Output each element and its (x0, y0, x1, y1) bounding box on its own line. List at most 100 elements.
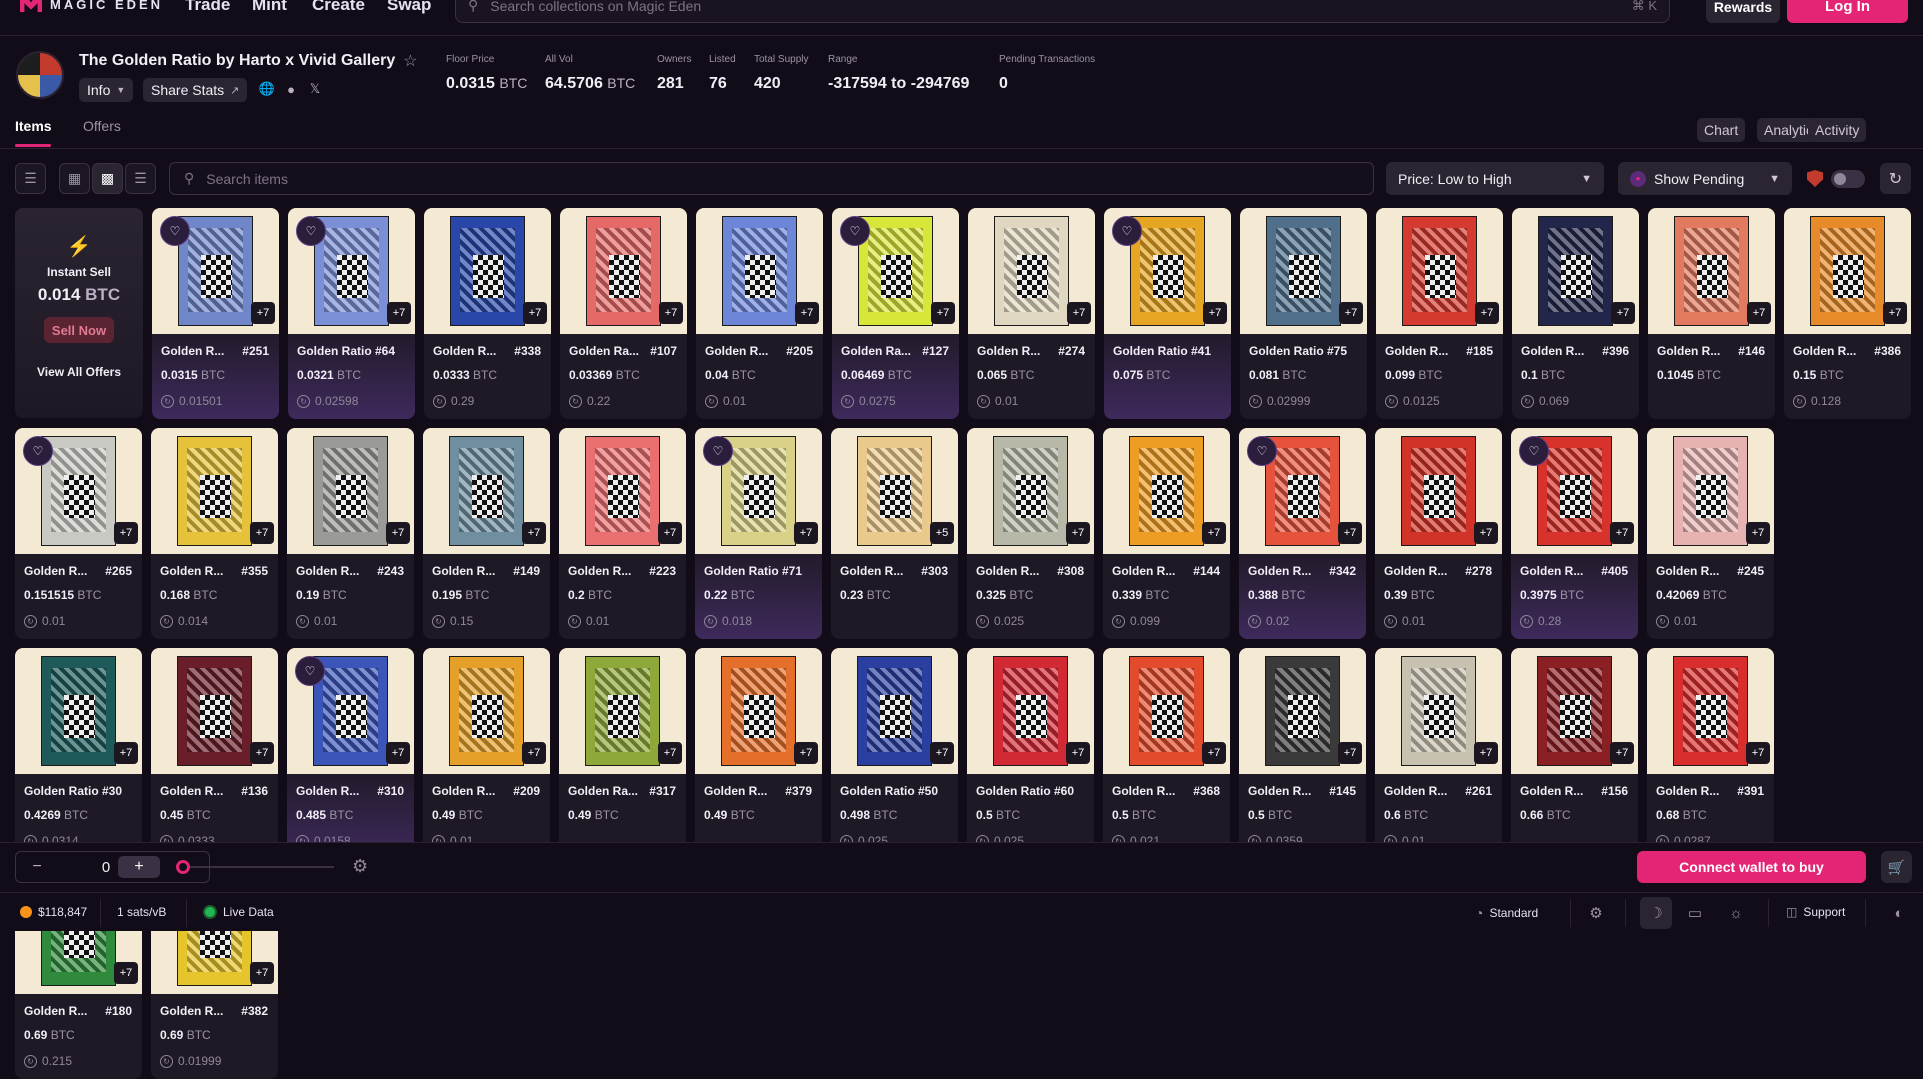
globe-icon[interactable]: 🌐 (259, 81, 275, 97)
star-icon[interactable]: ☆ (403, 51, 417, 71)
item-image[interactable]: +7 (696, 208, 823, 334)
item-image[interactable]: +7 (151, 428, 278, 554)
item-image[interactable]: +7 (287, 428, 414, 554)
item-image[interactable]: +7 (1103, 648, 1230, 774)
item-card[interactable]: ♡ +7 Golden R... #342 0.388 BTC ↻ 0.02 (1239, 428, 1366, 639)
item-image[interactable]: +7 (1375, 428, 1502, 554)
item-card[interactable]: +7 Golden Ratio #30 0.4269 BTC ↻ 0.0314 (15, 648, 142, 859)
item-card[interactable]: +7 Golden R... #274 0.065 BTC ↻ 0.01 (968, 208, 1095, 419)
item-image[interactable]: ♡ +7 (15, 428, 142, 554)
login-button[interactable]: Log In (1787, 0, 1908, 23)
nav-link-swap[interactable]: Swap (387, 0, 431, 15)
item-card[interactable]: +7 Golden R... #245 0.42069 BTC ↻ 0.01 (1647, 428, 1774, 639)
dark-mode-icon[interactable]: ☽ (1640, 897, 1672, 929)
item-image[interactable]: +7 (831, 648, 958, 774)
item-image[interactable]: ♡ +7 (1104, 208, 1231, 334)
collection-search-input[interactable]: ⚲ Search collections on Magic Eden ⌘ K (455, 0, 1670, 23)
item-card[interactable]: +7 Golden R... #379 0.49 BTC (695, 648, 822, 859)
system-theme-icon[interactable]: ▭ (1684, 902, 1706, 924)
info-dropdown[interactable]: Info ▼ (79, 78, 134, 102)
item-card[interactable]: +5 Golden R... #303 0.23 BTC (831, 428, 958, 639)
chart-button[interactable]: Chart (1697, 118, 1746, 142)
item-card[interactable]: +7 Golden R... #278 0.39 BTC ↻ 0.01 (1375, 428, 1502, 639)
grid-large-button[interactable]: ▦ (59, 163, 90, 194)
item-card[interactable]: +7 Golden R... #145 0.5 BTC ↻ 0.0359 (1239, 648, 1366, 859)
item-card[interactable]: ♡ +7 Golden Ra... #127 0.06469 BTC ↻ 0.0275 (832, 208, 959, 419)
light-mode-icon[interactable]: ☼ (1725, 902, 1747, 924)
connect-wallet-button[interactable]: Connect wallet to buy (1637, 851, 1866, 883)
list-view-button[interactable]: ☰ (125, 163, 156, 194)
item-card[interactable]: ♡ +7 Golden R... #310 0.485 BTC ↻ 0.0158 (287, 648, 414, 859)
item-card[interactable]: +7 Golden R... #209 0.49 BTC ↻ 0.01 (423, 648, 550, 859)
filter-toggle-button[interactable]: ☰ (15, 163, 46, 194)
show-pending-dropdown[interactable]: ● Show Pending ▼ (1618, 162, 1792, 195)
item-image[interactable]: ♡ +7 (152, 208, 279, 334)
live-data-indicator[interactable]: Live Data (203, 905, 274, 919)
nav-link-trade[interactable]: Trade (185, 0, 230, 15)
favorite-heart-icon[interactable]: ♡ (1112, 216, 1142, 246)
support-link[interactable]: ◫ Support (1786, 905, 1845, 919)
item-image[interactable]: +7 (1647, 648, 1774, 774)
item-image[interactable]: +7 (968, 208, 1095, 334)
mode-selector[interactable]: ◔ Standard (1475, 905, 1538, 921)
grid-small-button[interactable]: ▩ (92, 163, 123, 194)
gear-icon[interactable]: ⚙ (352, 857, 370, 875)
view-all-offers-link[interactable]: View All Offers (15, 365, 143, 379)
item-card[interactable]: +7 Golden R... #308 0.325 BTC ↻ 0.025 (967, 428, 1094, 639)
item-card[interactable]: +7 Golden R... #386 0.15 BTC ↻ 0.128 (1784, 208, 1911, 419)
verified-toggle[interactable] (1831, 170, 1865, 188)
item-image[interactable]: +5 (831, 428, 958, 554)
item-image[interactable]: +7 (1648, 208, 1775, 334)
item-image[interactable]: +7 (560, 208, 687, 334)
item-image[interactable]: +7 (151, 648, 278, 774)
item-card[interactable]: +7 Golden Ratio #50 0.498 BTC ↻ 0.025 (831, 648, 958, 859)
magic-eden-logo[interactable]: MAGIC EDEN (20, 0, 163, 12)
item-card[interactable]: +7 Golden R... #156 0.66 BTC (1511, 648, 1638, 859)
item-image[interactable]: +7 (15, 648, 142, 774)
item-card[interactable]: +7 Golden R... #223 0.2 BTC ↻ 0.01 (559, 428, 686, 639)
decrement-button[interactable]: − (24, 856, 50, 878)
item-image[interactable]: +7 (1784, 208, 1911, 334)
favorite-heart-icon[interactable]: ♡ (703, 436, 733, 466)
item-image[interactable]: +7 (1512, 208, 1639, 334)
item-card[interactable]: +7 Golden Ra... #317 0.49 BTC (559, 648, 686, 859)
item-card[interactable]: +7 Golden R... #205 0.04 BTC ↻ 0.01 (696, 208, 823, 419)
item-card[interactable]: ♡ +7 Golden Ratio #41 0.075 BTC (1104, 208, 1231, 419)
increment-button[interactable]: + (118, 856, 160, 878)
sell-now-button[interactable]: Sell Now (44, 317, 114, 343)
item-card[interactable]: +7 Golden R... #261 0.6 BTC ↻ 0.01 (1375, 648, 1502, 859)
item-image[interactable]: +7 (559, 428, 686, 554)
refresh-button[interactable]: ↻ (1880, 163, 1911, 194)
item-image[interactable]: ♡ +7 (695, 428, 822, 554)
item-image[interactable]: +7 (1240, 208, 1367, 334)
item-card[interactable]: +7 Golden Ratio #60 0.5 BTC ↻ 0.025 (967, 648, 1094, 859)
rewards-button[interactable]: Rewards (1706, 0, 1780, 23)
item-image[interactable]: +7 (423, 428, 550, 554)
favorite-heart-icon[interactable]: ♡ (840, 216, 870, 246)
nav-link-mint[interactable]: Mint (252, 0, 287, 15)
item-card[interactable]: +7 Golden Ratio #75 0.081 BTC ↻ 0.02999 (1240, 208, 1367, 419)
item-image[interactable]: +7 (967, 428, 1094, 554)
item-card[interactable]: ♡ +7 Golden Ratio #71 0.22 BTC ↻ 0.018 (695, 428, 822, 639)
item-image[interactable]: +7 (967, 648, 1094, 774)
item-image[interactable]: +7 (559, 648, 686, 774)
item-image[interactable]: +7 (423, 648, 550, 774)
favorite-heart-icon[interactable]: ♡ (296, 216, 326, 246)
item-image[interactable]: ♡ +7 (288, 208, 415, 334)
item-image[interactable]: ♡ +7 (832, 208, 959, 334)
nav-link-create[interactable]: Create (312, 0, 365, 15)
item-card[interactable]: +7 Golden R... #368 0.5 BTC ↻ 0.021 (1103, 648, 1230, 859)
item-image[interactable]: +7 (424, 208, 551, 334)
tab-items[interactable]: Items (15, 118, 52, 134)
item-card[interactable]: +7 Golden R... #136 0.45 BTC ↻ 0.0333 (151, 648, 278, 859)
item-image[interactable]: ♡ +7 (1239, 428, 1366, 554)
item-card[interactable]: +7 Golden R... #391 0.68 BTC ↻ 0.0287 (1647, 648, 1774, 859)
favorite-heart-icon[interactable]: ♡ (23, 436, 53, 466)
item-image[interactable]: ♡ +7 (287, 648, 414, 774)
item-card[interactable]: +7 Golden R... #355 0.168 BTC ↻ 0.014 (151, 428, 278, 639)
item-card[interactable]: +7 Golden R... #146 0.1045 BTC (1648, 208, 1775, 419)
item-image[interactable]: ♡ +7 (1511, 428, 1638, 554)
item-image[interactable]: +7 (1376, 208, 1503, 334)
item-card[interactable]: +7 Golden R... #144 0.339 BTC ↻ 0.099 (1103, 428, 1230, 639)
sort-dropdown[interactable]: Price: Low to High ▼ (1386, 162, 1604, 195)
